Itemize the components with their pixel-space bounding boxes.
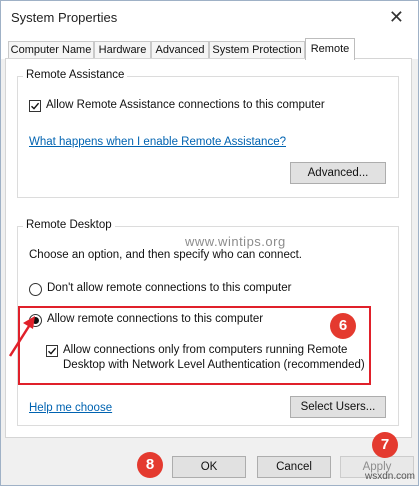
title-bar: System Properties ✕	[1, 1, 418, 35]
remote-desktop-title: Remote Desktop	[23, 219, 115, 231]
annotation-arrow-icon	[8, 316, 35, 357]
nla-label-line2[interactable]: Desktop with Network Level Authenticatio…	[63, 359, 365, 371]
allow-remote-assistance-label[interactable]: Allow Remote Assistance connections to t…	[46, 99, 325, 111]
radio-dont-allow[interactable]	[29, 283, 42, 296]
close-icon[interactable]: ✕	[389, 7, 404, 27]
corner-watermark: wsxdn.com	[365, 471, 416, 482]
tab-strip: Computer Name Hardware Advanced System P…	[1, 35, 418, 60]
radio-allow-label[interactable]: Allow remote connections to this compute…	[47, 313, 263, 325]
advanced-button[interactable]: Advanced...	[290, 162, 386, 184]
ok-button[interactable]: OK	[172, 456, 246, 478]
step-7-badge: 7	[372, 432, 398, 458]
tab-hardware[interactable]: Hardware	[94, 41, 151, 58]
tab-advanced[interactable]: Advanced	[151, 41, 209, 58]
help-me-choose-link[interactable]: Help me choose	[29, 402, 112, 414]
tab-computer-name[interactable]: Computer Name	[8, 41, 94, 58]
cancel-button[interactable]: Cancel	[257, 456, 331, 478]
allow-remote-assistance-checkbox[interactable]	[29, 100, 41, 112]
select-users-button[interactable]: Select Users...	[290, 396, 386, 418]
remote-assistance-title: Remote Assistance	[23, 69, 128, 81]
step-8-badge: 8	[137, 452, 163, 478]
tab-system-protection[interactable]: System Protection	[209, 41, 305, 58]
remote-assistance-help-link[interactable]: What happens when I enable Remote Assist…	[29, 136, 286, 148]
radio-dont-allow-label[interactable]: Don't allow remote connections to this c…	[47, 282, 291, 294]
step-6-badge: 6	[330, 313, 356, 339]
watermark-text: www.wintips.org	[185, 234, 286, 249]
nla-label-line1[interactable]: Allow connections only from computers ru…	[63, 344, 347, 356]
window-title: System Properties	[11, 10, 118, 25]
remote-desktop-instruction: Choose an option, and then specify who c…	[29, 249, 302, 261]
checkmark-icon	[31, 102, 40, 110]
system-properties-window: System Properties ✕ Computer Name Hardwa…	[0, 0, 419, 486]
tab-remote[interactable]: Remote	[305, 38, 355, 60]
